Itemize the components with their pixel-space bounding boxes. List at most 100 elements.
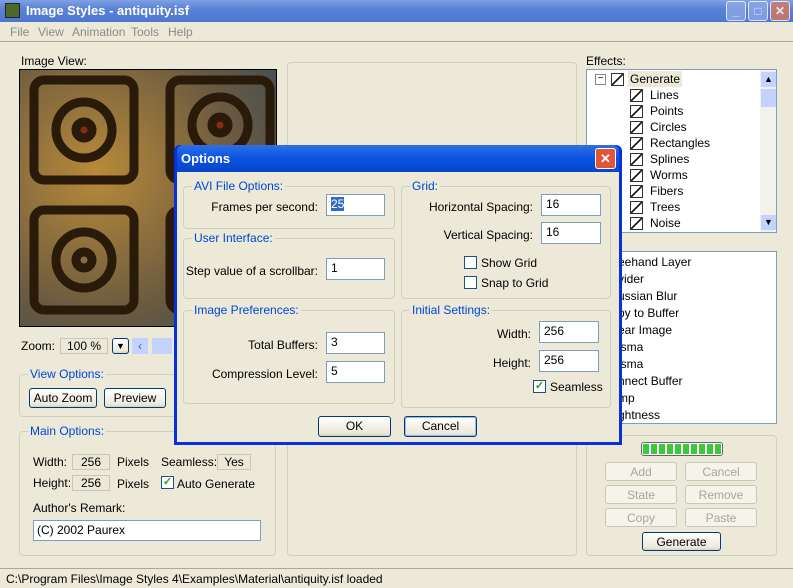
- tree-root-generate[interactable]: Generate: [628, 71, 683, 87]
- seamless-checkbox-label: Seamless: [550, 380, 603, 394]
- dialog-title-bar: Options ✕: [177, 145, 619, 172]
- show-grid-checkbox[interactable]: [464, 256, 477, 269]
- effect-icon: [611, 73, 624, 86]
- dialog-body: AVI File Options: Frames per second: 25 …: [177, 172, 619, 442]
- auto-zoom-button[interactable]: Auto Zoom: [29, 388, 97, 408]
- effect-icon: [630, 169, 643, 182]
- layer-item[interactable]: ghtness: [618, 407, 776, 423]
- title-bar: Image Styles - antiquity.isf _ □ ✕: [0, 0, 793, 22]
- scroll-up-icon[interactable]: ▲: [761, 72, 776, 87]
- tree-item[interactable]: Splines: [650, 151, 689, 167]
- remove-button[interactable]: Remove: [685, 485, 757, 504]
- seamless-label: Seamless:: [161, 455, 218, 469]
- dialog-close-button[interactable]: ✕: [595, 148, 616, 169]
- buffers-input[interactable]: 3: [326, 332, 385, 354]
- effect-icon: [630, 153, 643, 166]
- show-grid-label: Show Grid: [481, 256, 538, 270]
- effect-icon: [630, 137, 643, 150]
- height-label: Height:: [33, 476, 72, 490]
- add-button[interactable]: Add: [605, 462, 677, 481]
- fps-input[interactable]: 25: [326, 194, 385, 216]
- author-remark-input[interactable]: (C) 2002 Paurex: [33, 520, 261, 541]
- fps-label: Frames per second:: [211, 200, 318, 214]
- layer-item[interactable]: ussian Blur: [618, 288, 776, 305]
- state-button[interactable]: State: [605, 485, 677, 504]
- auto-generate-checkbox[interactable]: ✓: [161, 476, 174, 489]
- avi-label: AVI File Options:: [192, 179, 286, 193]
- generate-button[interactable]: Generate: [642, 532, 721, 551]
- tree-item[interactable]: Fibers: [650, 183, 683, 199]
- tree-item[interactable]: Noise: [650, 215, 681, 231]
- scrollbar-thumb[interactable]: [152, 338, 172, 354]
- layer-item[interactable]: nnect Buffer: [618, 373, 776, 390]
- menu-bar: File View Animation Tools Help: [0, 22, 793, 42]
- main-options-group: Main Options: Width: 256 Pixels Seamless…: [19, 424, 276, 556]
- width-unit: Pixels: [117, 455, 150, 469]
- tree-item[interactable]: Points: [650, 103, 683, 119]
- compression-input[interactable]: 5: [326, 361, 385, 383]
- step-input[interactable]: 1: [326, 258, 385, 280]
- layer-item[interactable]: py to Buffer: [618, 305, 776, 322]
- menu-file[interactable]: File: [10, 25, 29, 39]
- effects-label: Effects:: [586, 54, 626, 68]
- preview-button[interactable]: Preview: [104, 388, 166, 408]
- minimize-button[interactable]: _: [726, 1, 746, 21]
- zoom-value[interactable]: 100 %: [60, 338, 108, 354]
- options-dialog: Options ✕ AVI File Options: Frames per s…: [174, 145, 622, 445]
- height-unit: Pixels: [117, 477, 150, 491]
- v-spacing-input[interactable]: 16: [541, 222, 601, 244]
- scroll-left-icon[interactable]: ‹: [132, 338, 148, 354]
- h-spacing-input[interactable]: 16: [541, 194, 601, 216]
- dialog-cancel-button[interactable]: Cancel: [404, 416, 477, 437]
- snap-grid-checkbox[interactable]: [464, 276, 477, 289]
- effect-icon: [630, 185, 643, 198]
- main-options-label: Main Options:: [28, 424, 107, 438]
- tree-item[interactable]: Lines: [650, 87, 679, 103]
- initial-height-input[interactable]: 256: [539, 350, 599, 372]
- initial-width-input[interactable]: 256: [539, 321, 599, 343]
- layer-item[interactable]: mp: [618, 390, 776, 407]
- avi-group: AVI File Options: Frames per second: 25: [183, 179, 395, 229]
- actions-panel: Add Cancel State Remove Copy Paste Gener…: [586, 435, 777, 556]
- initial-width-label: Width:: [496, 327, 531, 341]
- auto-generate-label: Auto Generate: [177, 477, 256, 491]
- tree-item[interactable]: Trees: [650, 199, 680, 215]
- layer-item[interactable]: isma: [618, 356, 776, 373]
- initial-height-label: Height:: [492, 356, 531, 370]
- progress-fill: [643, 444, 721, 454]
- image-view-label: Image View:: [21, 54, 87, 68]
- layer-item[interactable]: eehand Layer: [618, 254, 776, 271]
- seamless-checkbox[interactable]: ✓: [533, 380, 546, 393]
- scroll-down-icon[interactable]: ▼: [761, 215, 776, 230]
- paste-button[interactable]: Paste: [685, 508, 757, 527]
- progress-bar: [641, 442, 723, 456]
- effects-scroll-thumb[interactable]: [761, 89, 776, 107]
- layer-item[interactable]: vider: [618, 271, 776, 288]
- close-button[interactable]: ✕: [770, 1, 790, 21]
- tree-item[interactable]: Circles: [650, 119, 687, 135]
- menu-tools[interactable]: Tools: [131, 25, 159, 39]
- v-spacing-label: Vertical Spacing:: [443, 228, 533, 242]
- grid-group: Grid: Horizontal Spacing: 16 Vertical Sp…: [401, 179, 611, 299]
- layer-item[interactable]: ear Image: [618, 322, 776, 339]
- tree-item[interactable]: Worms: [650, 167, 688, 183]
- menu-animation[interactable]: Animation: [72, 25, 125, 39]
- zoom-dropdown-icon[interactable]: ▼: [112, 338, 129, 354]
- effect-icon: [630, 121, 643, 134]
- width-label: Width:: [33, 455, 68, 469]
- menu-help[interactable]: Help: [168, 25, 193, 39]
- cancel-action-button[interactable]: Cancel: [685, 462, 757, 481]
- menu-view[interactable]: View: [38, 25, 64, 39]
- initial-settings-label: Initial Settings:: [410, 303, 493, 317]
- user-interface-group: User Interface: Step value of a scrollba…: [183, 231, 395, 299]
- layer-item[interactable]: isma: [618, 339, 776, 356]
- h-spacing-label: Horizontal Spacing:: [428, 200, 533, 214]
- maximize-button[interactable]: □: [748, 1, 768, 21]
- zoom-label: Zoom:: [21, 339, 56, 353]
- tree-item[interactable]: Rectangles: [650, 135, 710, 151]
- ok-button[interactable]: OK: [318, 416, 391, 437]
- copy-button[interactable]: Copy: [605, 508, 677, 527]
- collapse-icon[interactable]: −: [595, 74, 606, 85]
- fps-value: 25: [331, 197, 345, 211]
- status-bar: C:\Program Files\Image Styles 4\Examples…: [0, 568, 793, 588]
